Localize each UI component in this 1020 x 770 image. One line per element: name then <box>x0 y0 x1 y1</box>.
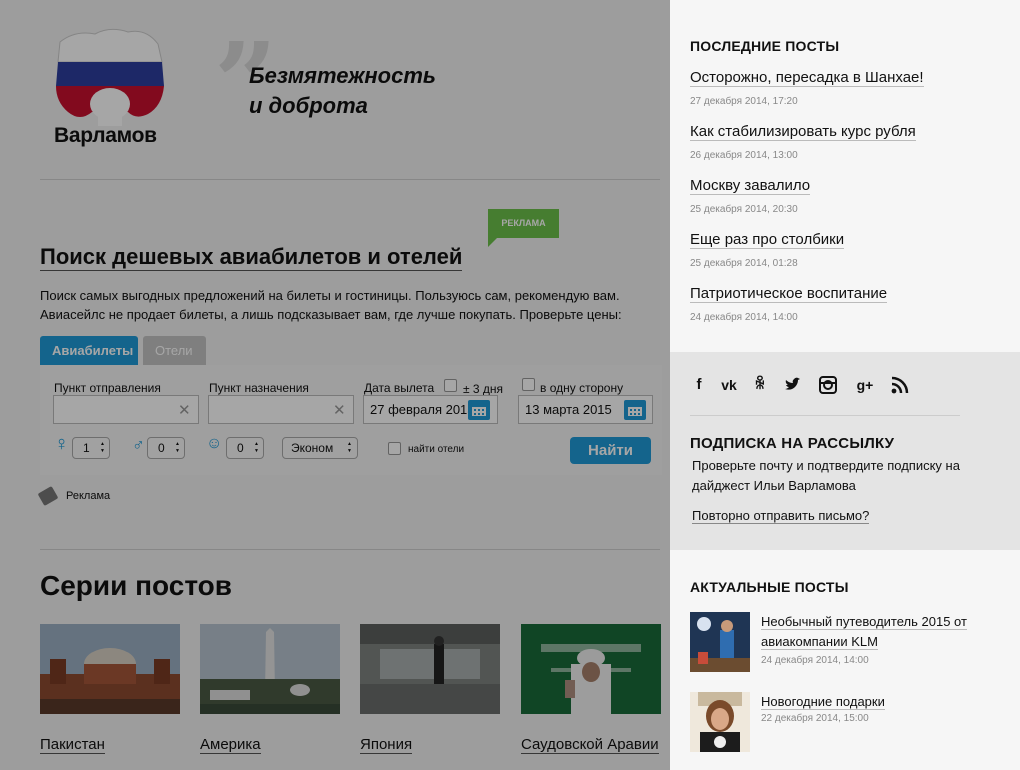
recent-post[interactable]: Еще раз про столбики 25 декабря 2014, 01… <box>690 230 1010 269</box>
sidebar: ПОСЛЕДНИЕ ПОСТЫ Осторожно, пересадка в Ш… <box>670 0 1020 770</box>
actual-post-link[interactable]: Новогодние подарки <box>761 692 1001 712</box>
tab-flights[interactable]: Авиабилеты <box>40 336 138 365</box>
search-section-title[interactable]: Поиск дешевых авиабилетов и отелей <box>40 244 463 271</box>
series-label[interactable]: Пакистан <box>40 735 180 755</box>
recent-post-link[interactable]: Москву завалило <box>690 177 811 195</box>
series-item[interactable]: Япония <box>360 624 500 755</box>
series-item[interactable]: Саудовской Аравии <box>521 624 661 755</box>
calendar-icon[interactable] <box>624 400 646 420</box>
tag-icon <box>37 485 59 507</box>
actual-post-thumbnail[interactable] <box>690 612 750 672</box>
find-hotels-checkbox[interactable] <box>388 442 401 455</box>
recent-post-date: 25 декабря 2014, 01:28 <box>690 258 798 269</box>
find-button[interactable]: Найти <box>570 437 651 464</box>
depart-label: Дата вылета <box>364 381 435 395</box>
actual-post-date: 24 декабря 2014, 14:00 <box>761 655 869 666</box>
motto-line: и доброта <box>249 93 368 118</box>
origin-label: Пункт отправления <box>54 381 161 395</box>
resend-link[interactable]: Повторно отправить письмо? <box>692 508 870 524</box>
actual-post-date: 22 декабря 2014, 15:00 <box>761 713 869 724</box>
recent-post[interactable]: Осторожно, пересадка в Шанхае! 27 декабр… <box>690 68 1010 107</box>
social-links: f vk ꆜ g+ <box>690 376 960 396</box>
main-content: Варламов ” Безмятежность и доброта РЕКЛА… <box>0 0 670 770</box>
recent-post-date: 26 декабря 2014, 13:00 <box>690 150 798 161</box>
google-plus-icon[interactable]: g+ <box>854 376 876 394</box>
subscribe-heading: ПОДПИСКА НА РАССЫЛКУ <box>690 435 895 452</box>
series-item[interactable]: Пакистан <box>40 624 180 755</box>
children-select[interactable]: 0 <box>147 437 185 459</box>
oneway-checkbox[interactable] <box>522 378 535 391</box>
vk-icon[interactable]: vk <box>718 376 740 394</box>
series-item[interactable]: Америка <box>200 624 340 755</box>
recent-post[interactable]: Патриотическое воспитание 24 декабря 201… <box>690 284 1010 323</box>
divider <box>40 179 660 180</box>
odnoklassniki-icon[interactable]: ꆜ <box>751 376 769 394</box>
motto: Безмятежность и доброта <box>249 61 436 121</box>
series-label[interactable]: Япония <box>360 735 500 755</box>
infant-icon: ☺ <box>206 435 223 452</box>
instagram-icon[interactable] <box>819 376 837 394</box>
infants-select[interactable]: 0 <box>226 437 264 459</box>
tab-hotels[interactable]: Отели <box>143 336 206 365</box>
series-label[interactable]: Америка <box>200 735 340 755</box>
rss-icon[interactable] <box>891 376 909 394</box>
oneway-label: в одну сторону <box>540 381 624 395</box>
recent-posts-heading: ПОСЛЕДНИЕ ПОСТЫ <box>690 38 840 54</box>
twitter-icon[interactable] <box>783 376 801 394</box>
clear-origin-icon[interactable]: ✕ <box>178 401 191 419</box>
recent-post[interactable]: Москву завалило 25 декабря 2014, 20:30 <box>690 176 1010 215</box>
recent-post-link[interactable]: Патриотическое воспитание <box>690 285 888 303</box>
series-thumbnail[interactable] <box>40 624 180 714</box>
recent-post-date: 27 декабря 2014, 17:20 <box>690 96 798 107</box>
child-icon: ♂ <box>132 435 145 454</box>
actual-post-link[interactable]: Необычный путеводитель 2015 от авиакомпа… <box>761 612 1001 652</box>
recent-post-link[interactable]: Еще раз про столбики <box>690 231 845 249</box>
subscribe-text: Проверьте почту и подтвердите подписку н… <box>692 458 960 493</box>
divider <box>40 549 660 550</box>
facebook-icon[interactable]: f <box>690 376 708 394</box>
adults-select[interactable]: 1 <box>72 437 110 459</box>
actual-post[interactable]: Необычный путеводитель 2015 от авиакомпа… <box>690 612 1010 672</box>
recent-post-link[interactable]: Как стабилизировать курс рубля <box>690 123 916 141</box>
search-description: Поиск самых выгодных предложений на биле… <box>40 288 622 322</box>
ad-label: Реклама <box>66 490 111 502</box>
recent-post-link[interactable]: Осторожно, пересадка в Шанхае! <box>690 69 924 87</box>
series-title: Серии постов <box>40 570 232 601</box>
promo-badge: РЕКЛАМА <box>488 209 559 247</box>
motto-line: Безмятежность <box>249 63 436 88</box>
actual-post[interactable]: Новогодние подарки 22 декабря 2014, 15:0… <box>690 692 1010 752</box>
clear-destination-icon[interactable]: ✕ <box>333 401 346 419</box>
series-thumbnail[interactable] <box>200 624 340 714</box>
actual-posts-heading: АКТУАЛЬНЫЕ ПОСТЫ <box>690 579 849 595</box>
find-hotels-label: найти отели <box>408 444 465 455</box>
social-subscribe-block: f vk ꆜ g+ ПОДПИСКА НА РАССЫЛКУ Проверьте… <box>670 352 1020 550</box>
flex-dates-label: ± 3 дня <box>463 382 504 396</box>
series-thumbnail[interactable] <box>521 624 661 714</box>
class-select[interactable]: Эконом <box>282 437 358 459</box>
recent-post[interactable]: Как стабилизировать курс рубля 26 декабр… <box>690 122 1010 161</box>
destination-label: Пункт назначения <box>209 381 309 395</box>
flight-search-form: Пункт отправления ✕ Пункт назначения ✕ Д… <box>40 365 662 475</box>
calendar-icon[interactable] <box>468 400 490 420</box>
series-thumbnail[interactable] <box>360 624 500 714</box>
logo-text: Варламов <box>54 124 157 147</box>
adult-icon: ♀ <box>54 433 69 455</box>
divider <box>690 415 960 416</box>
recent-post-date: 25 декабря 2014, 20:30 <box>690 204 798 215</box>
recent-post-date: 24 декабря 2014, 14:00 <box>690 312 798 323</box>
actual-post-thumbnail[interactable] <box>690 692 750 752</box>
flex-dates-checkbox[interactable] <box>444 379 457 392</box>
series-label[interactable]: Саудовской Аравии <box>521 735 661 755</box>
